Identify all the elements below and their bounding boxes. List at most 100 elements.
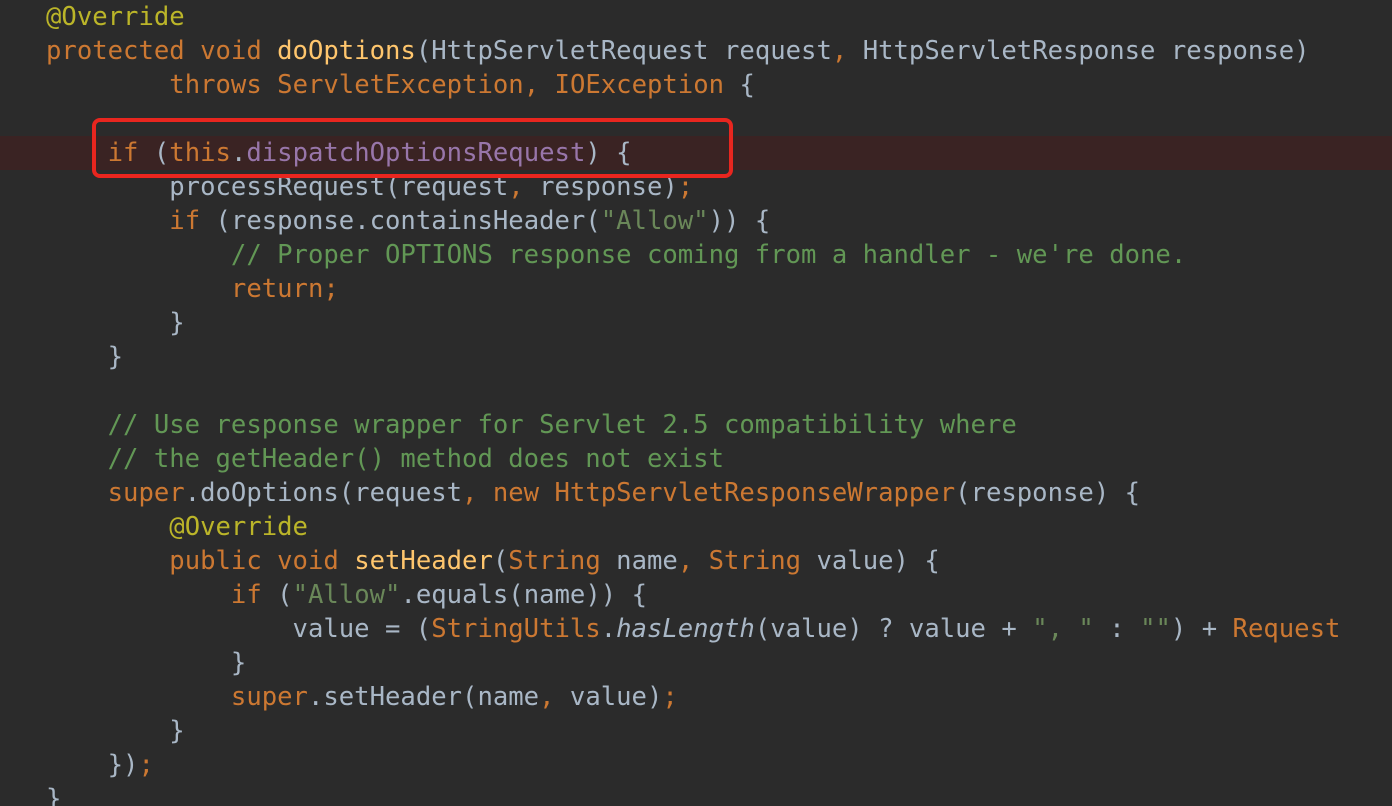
code-token: ServletException bbox=[277, 70, 524, 100]
code-token: this bbox=[169, 138, 231, 168]
code-token: @Override bbox=[46, 2, 185, 32]
code-token: HttpServletResponse response) bbox=[862, 36, 1310, 66]
code-token: // Use response wrapper for Servlet 2.5 … bbox=[107, 410, 1017, 440]
code-line[interactable] bbox=[0, 102, 1392, 136]
code-token: , bbox=[831, 36, 863, 66]
code-token: String bbox=[708, 546, 817, 576]
code-line[interactable]: // Proper OPTIONS response coming from a… bbox=[0, 238, 1392, 272]
code-token: { bbox=[739, 70, 755, 100]
code-token: setHeader bbox=[354, 546, 493, 576]
code-line[interactable]: } bbox=[0, 340, 1392, 374]
code-line[interactable]: return; bbox=[0, 272, 1392, 306]
code-token: (value) ? value + bbox=[754, 614, 1033, 644]
code-token: ) + bbox=[1170, 614, 1233, 644]
code-line[interactable]: // the getHeader() method does not exist bbox=[0, 442, 1392, 476]
code-line[interactable]: super.doOptions(request, new HttpServlet… bbox=[0, 476, 1392, 510]
code-token: ; bbox=[662, 682, 678, 712]
code-token: throws bbox=[169, 70, 278, 100]
code-token: public void bbox=[169, 546, 355, 576]
code-token: dispatchOptionsRequest bbox=[246, 138, 586, 168]
code-line[interactable]: @Override bbox=[0, 0, 1392, 34]
code-token: "Allow" bbox=[600, 206, 709, 236]
code-token: )) { bbox=[708, 206, 771, 236]
code-token: } bbox=[46, 716, 185, 746]
code-token: if bbox=[169, 206, 216, 236]
code-line[interactable]: if (response.containsHeader("Allow")) { bbox=[0, 204, 1392, 238]
code-token: IOException bbox=[554, 70, 740, 100]
code-token: response) bbox=[539, 172, 678, 202]
code-token: hasLength bbox=[616, 614, 755, 644]
code-token: }) bbox=[46, 750, 139, 780]
code-token: processRequest(request bbox=[46, 172, 509, 202]
code-token: } bbox=[46, 308, 185, 338]
code-token: if bbox=[230, 580, 278, 610]
code-line[interactable]: // Use response wrapper for Servlet 2.5 … bbox=[0, 408, 1392, 442]
code-token: ( bbox=[277, 580, 293, 610]
code-line[interactable]: } bbox=[0, 646, 1392, 680]
code-token: String bbox=[508, 546, 617, 576]
code-token: doOptions bbox=[277, 36, 416, 66]
code-token: } bbox=[46, 342, 124, 372]
code-token: ", " bbox=[1032, 614, 1094, 644]
code-token: super bbox=[107, 478, 185, 508]
code-token: "Allow" bbox=[292, 580, 401, 610]
code-token: .setHeader(name bbox=[307, 682, 540, 712]
code-line-breakpoint[interactable]: if (this.dispatchOptionsRequest) { bbox=[0, 136, 1392, 170]
code-token: protected void bbox=[46, 36, 278, 66]
code-token: @Override bbox=[169, 512, 308, 542]
code-token: // the getHeader() method does not exist bbox=[107, 444, 724, 474]
code-line[interactable]: } bbox=[0, 714, 1392, 748]
code-token: value = ( bbox=[46, 614, 432, 644]
code-token: HttpServletResponseWrapper bbox=[554, 478, 956, 508]
code-token: ; bbox=[138, 750, 154, 780]
code-line[interactable]: } bbox=[0, 306, 1392, 340]
code-token: (response) { bbox=[955, 478, 1141, 508]
code-token: Request bbox=[1232, 614, 1341, 644]
code-token: , bbox=[523, 70, 555, 100]
code-line[interactable]: } bbox=[0, 782, 1392, 806]
code-token: .equals(name)) { bbox=[400, 580, 647, 610]
code-token: .doOptions(request bbox=[184, 478, 463, 508]
code-token: name bbox=[616, 546, 678, 576]
code-token: ) { bbox=[585, 138, 632, 168]
code-line[interactable]: if ("Allow".equals(name)) { bbox=[0, 578, 1392, 612]
code-line[interactable]: public void setHeader(String name, Strin… bbox=[0, 544, 1392, 578]
code-token: "" bbox=[1140, 614, 1171, 644]
code-line[interactable]: @Override bbox=[0, 510, 1392, 544]
code-token: } bbox=[46, 648, 247, 678]
code-line[interactable]: throws ServletException, IOException { bbox=[0, 68, 1392, 102]
code-line[interactable]: processRequest(request, response); bbox=[0, 170, 1392, 204]
code-token: , bbox=[508, 172, 540, 202]
code-token: ( bbox=[153, 138, 170, 168]
code-token: value) { bbox=[816, 546, 940, 576]
code-token: : bbox=[1093, 614, 1141, 644]
code-token: (HttpServletRequest request bbox=[415, 36, 832, 66]
code-token: . bbox=[230, 138, 247, 168]
code-token: // Proper OPTIONS response coming from a… bbox=[230, 240, 1187, 270]
code-line[interactable]: protected void doOptions(HttpServletRequ… bbox=[0, 34, 1392, 68]
code-line[interactable] bbox=[0, 374, 1392, 408]
code-token: return; bbox=[230, 274, 339, 304]
code-line[interactable]: }); bbox=[0, 748, 1392, 782]
code-editor[interactable]: @Override protected void doOptions(HttpSe… bbox=[0, 0, 1392, 806]
code-token: , bbox=[677, 546, 709, 576]
code-token: (response.containsHeader( bbox=[215, 206, 601, 236]
code-token: } bbox=[46, 784, 62, 806]
code-token: if bbox=[107, 138, 154, 168]
code-line[interactable]: super.setHeader(name, value); bbox=[0, 680, 1392, 714]
code-token: super bbox=[230, 682, 308, 712]
code-line[interactable]: value = (StringUtils.hasLength(value) ? … bbox=[0, 612, 1392, 646]
code-token: ( bbox=[492, 546, 509, 576]
